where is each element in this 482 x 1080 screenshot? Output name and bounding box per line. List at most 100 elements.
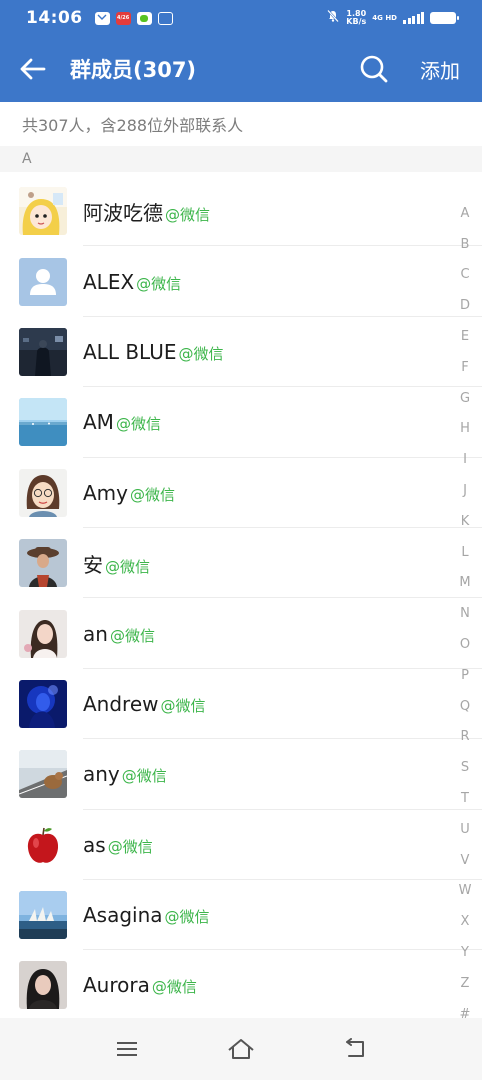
avatar xyxy=(19,468,67,517)
index-letter[interactable]: Z xyxy=(461,968,470,999)
notification-icons: 4/26 xyxy=(94,11,173,25)
battery-icon xyxy=(430,12,459,24)
index-letter[interactable]: Q xyxy=(460,691,470,722)
member-row[interactable]: as @微信 xyxy=(0,810,482,881)
wechat-tag: @微信 xyxy=(151,978,197,997)
avatar xyxy=(19,398,67,447)
avatar xyxy=(19,820,67,869)
index-letter[interactable]: H xyxy=(460,414,470,445)
signal-icon xyxy=(403,12,424,24)
wechat-tag: @微信 xyxy=(165,205,211,224)
index-letter[interactable]: K xyxy=(461,506,470,537)
index-letter[interactable]: D xyxy=(460,290,470,321)
wechat-tag: @微信 xyxy=(164,908,210,927)
index-letter[interactable]: E xyxy=(461,321,469,352)
member-name: an xyxy=(83,621,108,646)
app-notification-icon: 4/26 xyxy=(115,11,131,25)
member-row[interactable]: AM @微信 xyxy=(0,387,482,458)
index-letter[interactable]: R xyxy=(460,722,469,753)
add-member-button[interactable]: 添加 xyxy=(420,55,460,84)
index-letter[interactable]: F xyxy=(461,352,468,383)
wechat-tag: @微信 xyxy=(121,767,167,786)
return-button[interactable] xyxy=(333,1027,377,1071)
member-name: ALEX xyxy=(83,269,135,294)
avatar xyxy=(19,609,67,658)
wechat-tag: @微信 xyxy=(160,696,206,715)
home-icon xyxy=(228,1039,254,1059)
member-row[interactable]: 阿波吃德 @微信 xyxy=(0,176,482,247)
member-name: Amy xyxy=(83,480,128,505)
index-letter[interactable]: M xyxy=(459,568,470,599)
index-letter[interactable]: G xyxy=(460,383,470,414)
index-letter[interactable]: B xyxy=(461,229,470,260)
net-speed: 1.80 KB/s xyxy=(346,9,367,26)
home-button[interactable] xyxy=(219,1027,263,1071)
index-letter[interactable]: O xyxy=(460,629,470,660)
index-letter[interactable]: U xyxy=(460,814,470,845)
member-row[interactable]: Amy @微信 xyxy=(0,458,482,529)
index-letter[interactable]: W xyxy=(459,876,472,907)
wechat-tag: @微信 xyxy=(136,274,182,293)
status-bar: 14:06 4/26 1.80 KB/s 4G HD xyxy=(0,0,482,36)
member-row[interactable]: an @微信 xyxy=(0,598,482,670)
avatar xyxy=(19,750,67,799)
mute-icon xyxy=(326,9,340,27)
wechat-tag: @微信 xyxy=(115,415,161,434)
avatar xyxy=(19,327,67,376)
member-summary: 共307人，含288位外部联系人 xyxy=(0,102,482,146)
member-list: 阿波吃德 @微信 ALEX @微信 ALL BLUE @微信 AM @微信 Am… xyxy=(0,176,482,1022)
member-name: ALL BLUE xyxy=(83,339,177,364)
message-notification-icon xyxy=(157,11,173,25)
index-letter[interactable]: P xyxy=(461,660,469,691)
index-letter[interactable]: I xyxy=(463,444,467,475)
member-name: 安 xyxy=(83,552,103,577)
index-letter[interactable]: V xyxy=(461,845,470,876)
avatar xyxy=(19,257,67,306)
member-row[interactable]: 安 @微信 xyxy=(0,528,482,599)
wechat-tag: @微信 xyxy=(130,485,176,504)
member-row[interactable]: Andrew @微信 xyxy=(0,669,482,740)
member-name: AM xyxy=(83,410,114,435)
net-type: 4G HD xyxy=(372,13,397,22)
menu-icon xyxy=(117,1042,137,1056)
wechat-tag: @微信 xyxy=(107,837,153,856)
index-letter[interactable]: X xyxy=(461,906,470,937)
member-name: Aurora xyxy=(83,973,150,998)
status-time: 14:06 xyxy=(26,8,83,28)
index-letter[interactable]: C xyxy=(460,260,469,291)
alphabet-index[interactable]: A B C D E F G H I J K L M N O P Q R S T … xyxy=(458,198,472,1030)
index-letter[interactable]: S xyxy=(461,752,469,783)
wechat-tag: @微信 xyxy=(178,344,224,363)
index-letter[interactable]: Y xyxy=(461,937,469,968)
return-icon xyxy=(346,1038,364,1057)
member-row[interactable]: any @微信 xyxy=(0,739,482,810)
header-bar: 群成员(307) 添加 xyxy=(0,36,482,102)
member-name: Asagina xyxy=(83,903,163,928)
member-name: 阿波吃德 xyxy=(83,200,163,225)
search-icon xyxy=(360,55,388,83)
index-letter[interactable]: A xyxy=(461,198,470,229)
back-button[interactable] xyxy=(12,49,52,89)
avatar xyxy=(19,539,67,588)
menu-button[interactable] xyxy=(105,1027,149,1071)
index-letter[interactable]: N xyxy=(460,598,470,629)
mail-notification-icon xyxy=(94,11,110,25)
wechat-tag: @微信 xyxy=(105,557,151,576)
avatar xyxy=(19,891,67,940)
chat-app-icon xyxy=(136,11,152,25)
index-letter[interactable]: L xyxy=(461,537,468,568)
search-button[interactable] xyxy=(354,49,394,89)
section-header: A xyxy=(0,146,482,172)
wechat-tag: @微信 xyxy=(109,626,155,645)
member-row[interactable]: ALEX @微信 xyxy=(0,246,482,318)
system-nav-bar xyxy=(0,1018,482,1080)
avatar xyxy=(19,679,67,728)
member-name: as xyxy=(83,832,106,857)
avatar xyxy=(19,187,67,236)
member-row[interactable]: Asagina @微信 xyxy=(0,880,482,951)
index-letter[interactable]: J xyxy=(463,475,467,506)
index-letter[interactable]: T xyxy=(461,783,469,814)
member-name: Andrew xyxy=(83,691,159,716)
member-row[interactable]: ALL BLUE @微信 xyxy=(0,317,482,388)
member-row[interactable]: Aurora @微信 xyxy=(0,950,482,1022)
